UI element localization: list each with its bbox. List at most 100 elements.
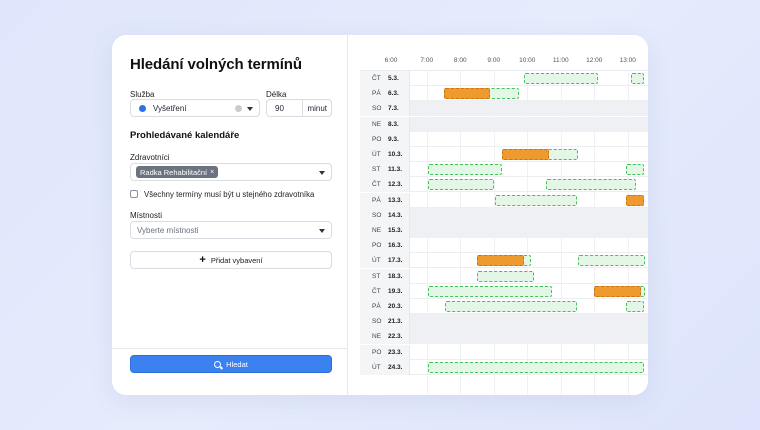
day-row: ČT 19.3. bbox=[360, 283, 648, 299]
free-slot[interactable] bbox=[523, 73, 598, 84]
day-label: NE 8.3. bbox=[360, 116, 410, 132]
weekday-abbr: PÁ bbox=[372, 303, 381, 310]
day-slots bbox=[410, 284, 648, 299]
day-row: NE 15.3. bbox=[360, 223, 648, 238]
free-slot[interactable] bbox=[477, 270, 534, 282]
weekday-abbr: NE bbox=[372, 227, 382, 234]
day-label: ÚT 10.3. bbox=[360, 147, 410, 162]
add-equipment-button[interactable]: + Přidat vybavení bbox=[130, 251, 332, 269]
day-slots bbox=[410, 238, 648, 253]
duration-value[interactable]: 90 bbox=[275, 104, 284, 113]
day-slots bbox=[410, 71, 648, 86]
plus-icon: + bbox=[199, 254, 206, 266]
staff-chip-label: Radka Rehabilitační bbox=[140, 167, 208, 177]
free-slot[interactable] bbox=[626, 301, 645, 312]
day-slots bbox=[410, 329, 648, 345]
free-slot[interactable] bbox=[626, 164, 645, 176]
day-slots bbox=[410, 116, 648, 132]
hour-label: 11:00 bbox=[552, 57, 569, 64]
duration-label: Délka bbox=[266, 90, 287, 99]
weekday-abbr: NE bbox=[372, 333, 382, 341]
day-row: ST 18.3. bbox=[360, 268, 648, 284]
hour-label: 13:00 bbox=[619, 57, 636, 64]
day-row: PÁ 13.3. bbox=[360, 192, 648, 208]
day-row: ČT 5.3. bbox=[360, 71, 648, 86]
day-date: 22.3. bbox=[388, 333, 403, 341]
day-date: 14.3. bbox=[388, 211, 403, 219]
hour-label: 12:00 bbox=[586, 57, 603, 64]
weekday-abbr: ČT bbox=[372, 287, 381, 295]
day-date: 7.3. bbox=[388, 105, 399, 113]
weekday-abbr: PO bbox=[372, 135, 382, 143]
day-row: PO 16.3. bbox=[360, 238, 648, 254]
day-date: 15.3. bbox=[388, 227, 403, 234]
staff-select[interactable]: Radka Rehabilitační × bbox=[130, 163, 332, 181]
weekday-abbr: PO bbox=[372, 242, 382, 250]
chevron-down-icon[interactable] bbox=[319, 229, 325, 233]
same-staff-checkbox[interactable] bbox=[130, 190, 138, 198]
day-slots bbox=[410, 132, 648, 147]
duration-field[interactable]: 90 minut bbox=[266, 99, 332, 117]
free-slot[interactable] bbox=[577, 255, 645, 267]
same-staff-checkbox-label[interactable]: Všechny termíny musí být u stejného zdra… bbox=[144, 190, 314, 199]
chevron-down-icon[interactable] bbox=[319, 171, 325, 175]
rooms-placeholder: Vyberte místnosti bbox=[137, 225, 199, 235]
day-slots bbox=[410, 162, 648, 177]
service-color-dot bbox=[139, 104, 146, 112]
clear-icon[interactable] bbox=[235, 105, 242, 112]
day-slots bbox=[410, 314, 648, 330]
weekday-abbr: ST bbox=[372, 166, 381, 174]
day-label: ČT 19.3. bbox=[360, 283, 410, 299]
busy-slot[interactable] bbox=[477, 255, 524, 267]
calendars-section-title: Prohledávané kalendáře bbox=[130, 130, 240, 141]
day-label: PO 23.3. bbox=[360, 344, 410, 360]
weekday-abbr: PÁ bbox=[372, 90, 381, 98]
hour-label: 9:00 bbox=[487, 57, 501, 64]
day-date: 5.3. bbox=[388, 75, 399, 82]
search-icon bbox=[214, 360, 222, 368]
day-row: PO 23.3. bbox=[360, 344, 648, 360]
weekday-abbr: PO bbox=[372, 348, 382, 356]
busy-slot[interactable] bbox=[626, 194, 645, 206]
day-row: PO 9.3. bbox=[360, 131, 648, 147]
add-equipment-label: Přidat vybavení bbox=[210, 255, 263, 265]
hour-label: 10:00 bbox=[519, 57, 536, 64]
chip-remove-icon[interactable]: × bbox=[210, 169, 214, 176]
free-slot[interactable] bbox=[445, 301, 578, 312]
busy-slot[interactable] bbox=[502, 149, 550, 160]
free-slot[interactable] bbox=[428, 361, 645, 373]
hour-label: 8:00 bbox=[453, 57, 467, 64]
search-form-panel: Hledání volných termínů Služba Vyšetření… bbox=[112, 35, 348, 395]
day-row: ÚT 10.3. bbox=[360, 147, 648, 162]
day-label: ST 11.3. bbox=[360, 162, 410, 178]
free-slot[interactable] bbox=[631, 73, 645, 84]
free-slot[interactable] bbox=[428, 164, 503, 176]
search-dialog: Hledání volných termínů Služba Vyšetření… bbox=[112, 35, 648, 395]
rooms-select[interactable]: Vyberte místnosti bbox=[130, 221, 332, 239]
hour-label: 7:00 bbox=[420, 57, 434, 64]
day-slots bbox=[410, 177, 648, 192]
service-select[interactable]: Vyšetření bbox=[130, 99, 260, 117]
weekday-abbr: ČT bbox=[372, 75, 381, 82]
busy-slot[interactable] bbox=[594, 285, 642, 297]
day-label: ST 18.3. bbox=[360, 268, 410, 284]
free-slot[interactable] bbox=[428, 285, 553, 297]
weekday-abbr: ÚT bbox=[372, 151, 381, 158]
weekday-abbr: SO bbox=[372, 318, 382, 326]
busy-slot[interactable] bbox=[443, 88, 491, 100]
day-slots bbox=[410, 253, 648, 268]
free-slot[interactable] bbox=[545, 179, 637, 191]
search-button[interactable]: Hledat bbox=[130, 355, 332, 373]
day-row: SO 21.3. bbox=[360, 314, 648, 330]
service-label: Služba bbox=[130, 90, 155, 99]
chevron-down-icon[interactable] bbox=[247, 107, 253, 111]
day-label: ČT 5.3. bbox=[360, 71, 410, 86]
day-date: 10.3. bbox=[388, 151, 403, 158]
day-slots bbox=[410, 147, 648, 162]
free-slot[interactable] bbox=[495, 194, 578, 206]
day-date: 12.3. bbox=[388, 181, 403, 189]
day-label: PÁ 13.3. bbox=[360, 192, 410, 208]
free-slot[interactable] bbox=[428, 179, 494, 191]
weekday-abbr: NE bbox=[372, 120, 382, 128]
day-slots bbox=[410, 269, 648, 284]
